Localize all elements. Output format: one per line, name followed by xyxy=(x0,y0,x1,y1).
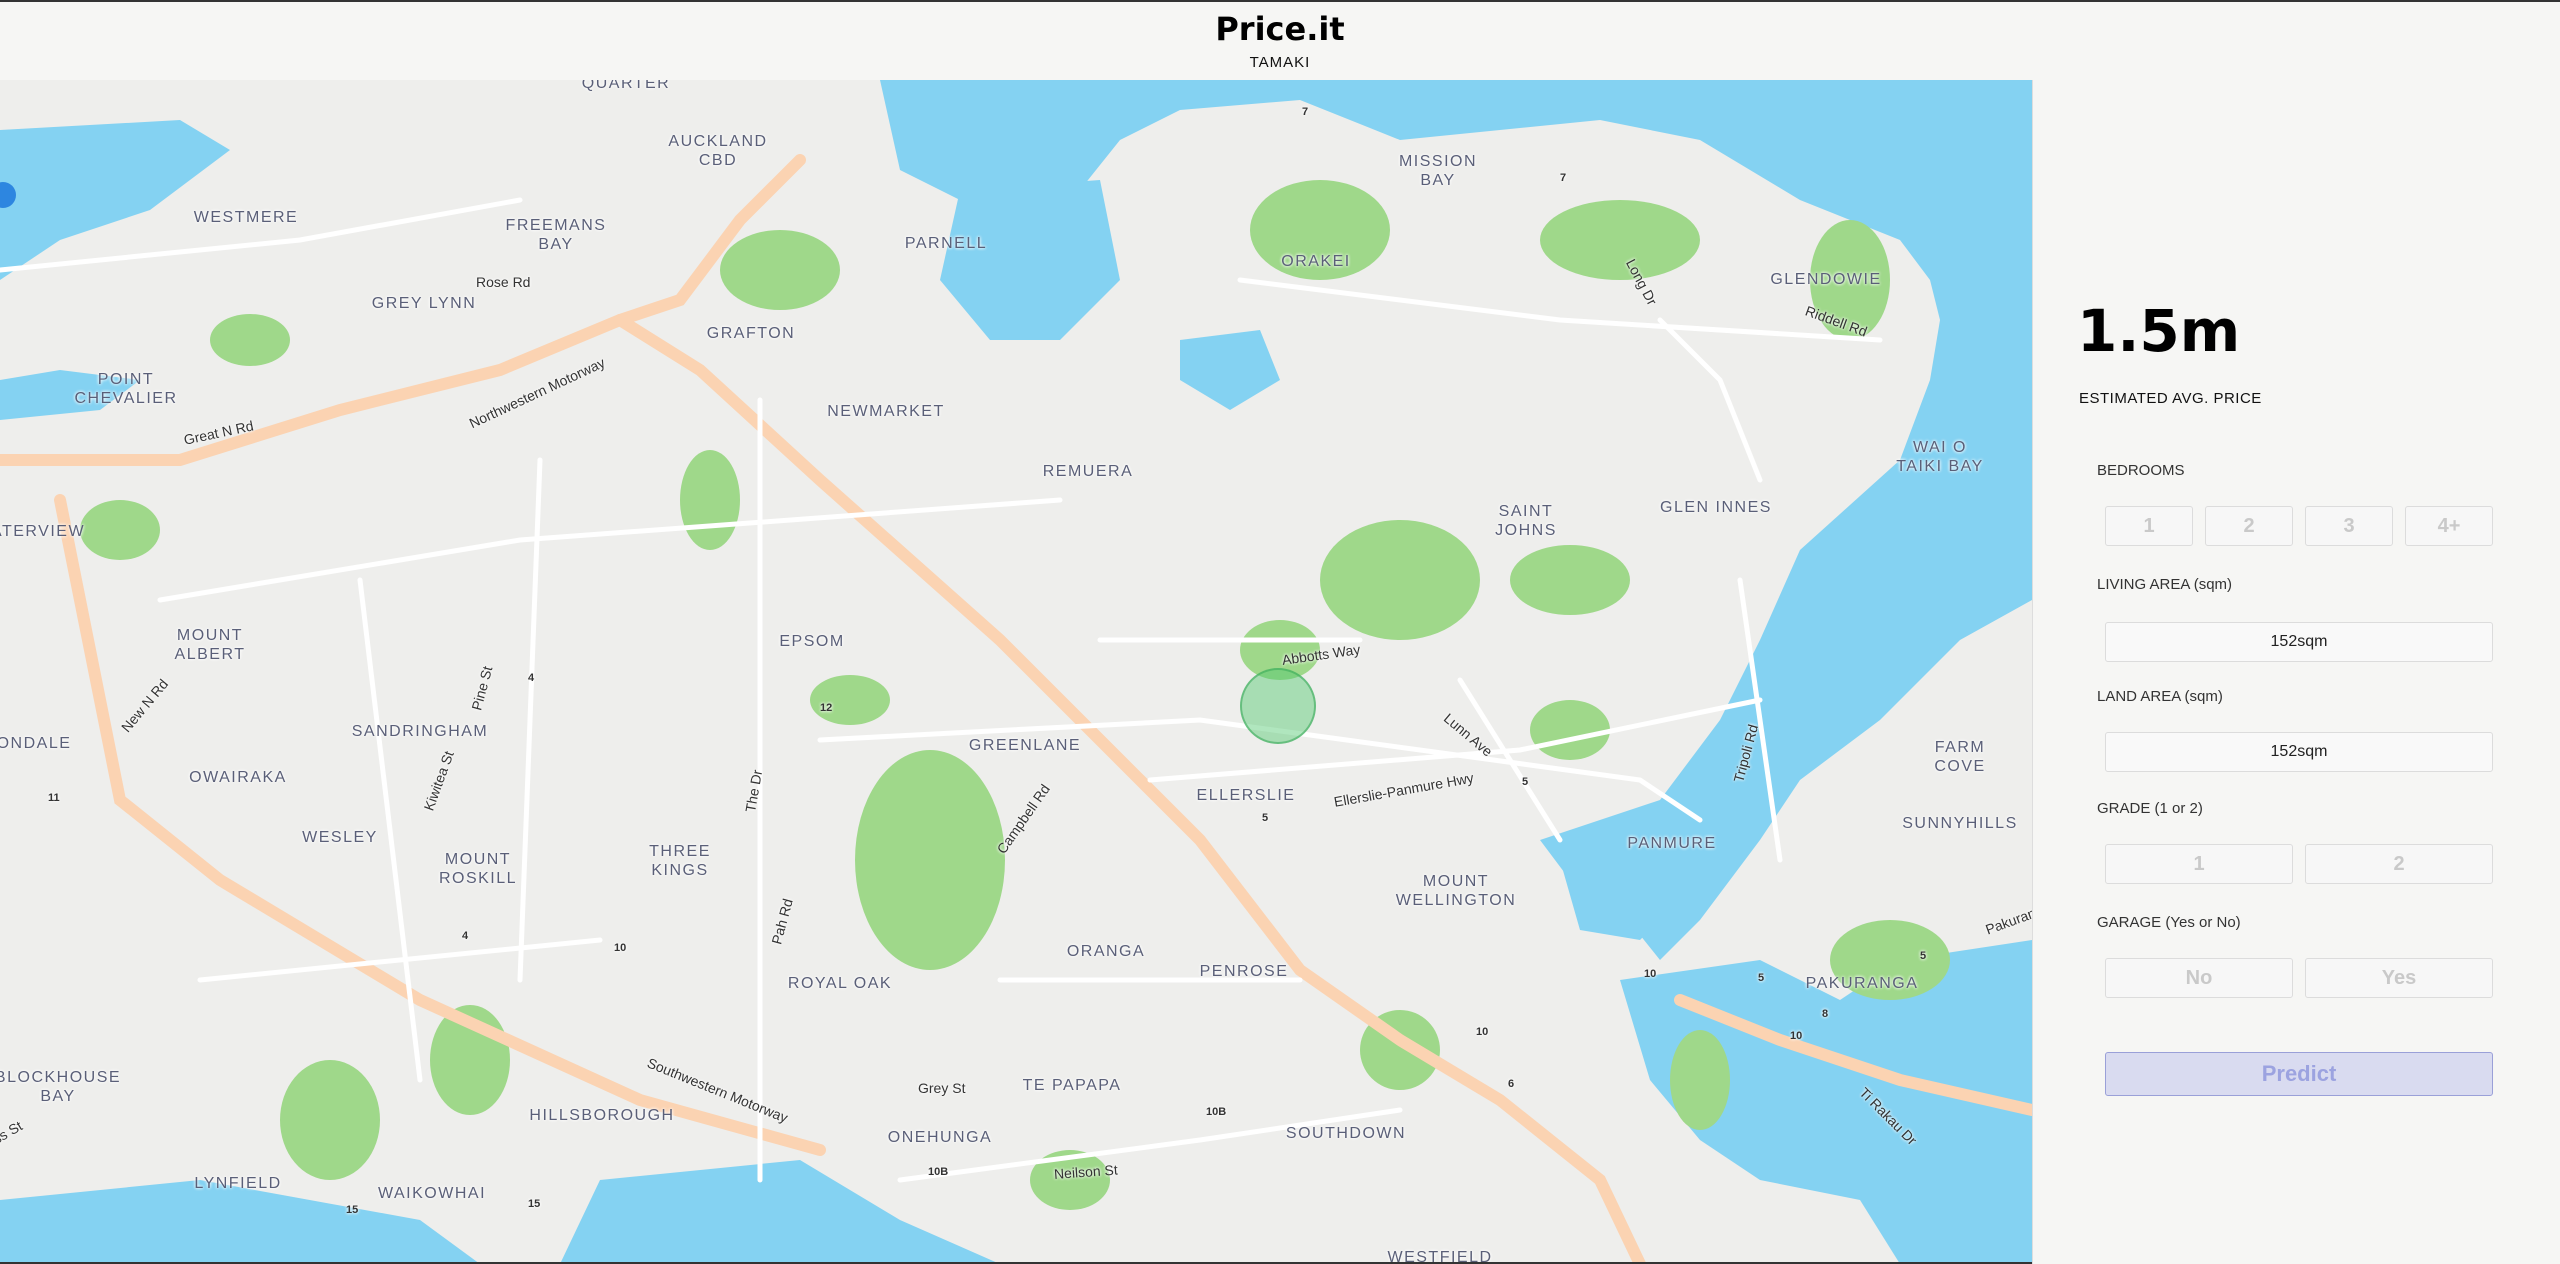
suburb-label: TE PAPAPA xyxy=(1022,1077,1122,1094)
route-number: 7 xyxy=(1302,106,1309,118)
suburb-label: MISSION BAY xyxy=(1398,153,1478,189)
bedrooms-option-2[interactable]: 2 xyxy=(2205,506,2293,546)
suburb-label: SANDRINGHAM xyxy=(351,723,489,740)
suburb-label: ORANGA xyxy=(1066,943,1146,960)
route-number: 5 xyxy=(1262,812,1269,824)
route-number: 10 xyxy=(614,942,627,954)
suburb-label: ONDALE xyxy=(0,735,72,752)
map-base xyxy=(0,80,2032,1262)
land-area-label: LAND AREA (sqm) xyxy=(2097,688,2223,705)
route-number: 10 xyxy=(1790,1030,1803,1042)
suburb-label: THREE KINGS xyxy=(649,843,711,879)
route-number: 10B xyxy=(1206,1106,1227,1118)
bedrooms-option-1[interactable]: 1 xyxy=(2105,506,2193,546)
suburb-label: PANMURE xyxy=(1627,835,1717,852)
suburb-label: ONEHUNGA xyxy=(887,1129,993,1146)
prediction-panel: 1.5m ESTIMATED AVG. PRICE BEDROOMS 1 2 3… xyxy=(2032,80,2560,1264)
suburb-label: SAINT JOHNS xyxy=(1495,503,1557,539)
suburb-label: PENROSE xyxy=(1199,963,1289,980)
suburb-label: ROYAL OAK xyxy=(787,975,893,992)
route-number: 5 xyxy=(1920,950,1927,962)
suburb-label: EPSOM xyxy=(779,633,845,650)
suburb-label: NEWMARKET xyxy=(827,403,945,420)
selected-suburb: TAMAKI xyxy=(1249,54,1311,71)
suburb-label: WESLEY xyxy=(302,829,378,846)
suburb-label: MOUNT ALBERT xyxy=(174,627,246,663)
bedrooms-option-4plus[interactable]: 4+ xyxy=(2405,506,2493,546)
route-number: 5 xyxy=(1522,776,1529,788)
suburb-label: MOUNT WELLINGTON xyxy=(1395,873,1517,909)
grade-option-1[interactable]: 1 xyxy=(2105,844,2293,884)
suburb-label: GREENLANE xyxy=(968,737,1082,754)
suburb-label: BLOCKHOUSE BAY xyxy=(0,1069,122,1105)
suburb-label: ORAKEI xyxy=(1281,253,1351,270)
suburb-label: PARNELL xyxy=(904,235,988,252)
suburb-label: ATERVIEW xyxy=(0,523,86,540)
suburb-label: HILLSBOROUGH xyxy=(529,1107,675,1124)
suburb-label: AUCKLAND CBD xyxy=(668,133,768,169)
living-area-input[interactable]: 152sqm xyxy=(2105,622,2493,662)
suburb-label: GREY LYNN xyxy=(371,295,477,312)
suburb-label: QUARTER xyxy=(581,80,671,92)
route-number: 5 xyxy=(1758,972,1765,984)
suburb-label: FARM COVE xyxy=(1934,739,1986,775)
predict-button[interactable]: Predict xyxy=(2105,1052,2493,1096)
route-number: 12 xyxy=(820,702,833,714)
bedrooms-label: BEDROOMS xyxy=(2097,462,2185,479)
land-area-input[interactable]: 152sqm xyxy=(2105,732,2493,772)
bedrooms-option-3[interactable]: 3 xyxy=(2305,506,2393,546)
suburb-label: OWAIRAKA xyxy=(189,769,287,786)
route-number: 10 xyxy=(1644,968,1657,980)
grade-label: GRADE (1 or 2) xyxy=(2097,800,2203,817)
suburb-label: GRAFTON xyxy=(706,325,796,342)
road-label: Rose Rd xyxy=(476,274,531,290)
route-number: 15 xyxy=(346,1204,359,1216)
route-number: 11 xyxy=(48,792,60,804)
suburb-label: SOUTHDOWN xyxy=(1285,1125,1407,1142)
app-header: Price.it TAMAKI xyxy=(0,0,2560,80)
suburb-label: GLEN INNES xyxy=(1660,499,1772,516)
app-title: Price.it xyxy=(1215,10,1345,48)
suburb-label: WESTFIELD xyxy=(1387,1249,1493,1264)
price-caption: ESTIMATED AVG. PRICE xyxy=(2079,390,2262,407)
garage-option-yes[interactable]: Yes xyxy=(2305,958,2493,998)
suburb-label: PAKURANGA xyxy=(1805,975,1919,992)
suburb-label: MOUNT ROSKILL xyxy=(438,851,518,887)
road-label: Grey St xyxy=(918,1080,966,1096)
route-number: 4 xyxy=(528,672,535,684)
route-number: 10 xyxy=(1476,1026,1489,1038)
suburb-label: WAIKOWHAI xyxy=(377,1185,487,1202)
route-number: 10B xyxy=(928,1166,949,1178)
suburb-label: GLENDOWIE xyxy=(1770,271,1882,288)
garage-option-no[interactable]: No xyxy=(2105,958,2293,998)
route-number: 6 xyxy=(1508,1078,1515,1090)
suburb-label: FREEMANS BAY xyxy=(505,217,607,253)
living-area-label: LIVING AREA (sqm) xyxy=(2097,576,2233,593)
route-number: 8 xyxy=(1822,1008,1829,1020)
route-number: 15 xyxy=(528,1198,541,1210)
suburb-label: POINT CHEVALIER xyxy=(74,371,178,407)
suburb-label: LYNFIELD xyxy=(194,1175,282,1192)
suburb-label: SUNNYHILLS xyxy=(1902,815,2018,832)
garage-label: GARAGE (Yes or No) xyxy=(2097,914,2241,931)
estimated-price: 1.5m xyxy=(2077,297,2241,365)
grade-option-2[interactable]: 2 xyxy=(2305,844,2493,884)
suburb-label: WAI O TAIKI BAY xyxy=(1896,439,1984,475)
selected-area-marker[interactable] xyxy=(1240,668,1316,744)
suburb-label: WESTMERE xyxy=(193,209,299,226)
route-number: 4 xyxy=(462,930,469,942)
suburb-label: ELLERSLIE xyxy=(1196,787,1296,804)
route-number: 7 xyxy=(1560,172,1567,184)
map-view[interactable]: QUARTER AUCKLAND CBD WESTMERE FREEMANS B… xyxy=(0,80,2032,1264)
suburb-label: REMUERA xyxy=(1042,463,1134,480)
